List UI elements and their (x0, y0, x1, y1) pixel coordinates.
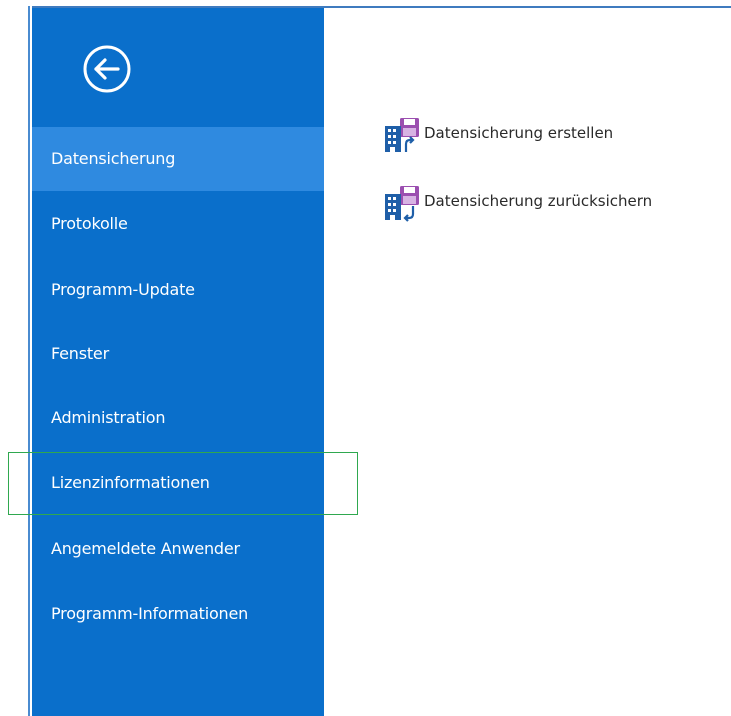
restore-backup-button[interactable]: Datensicherung zurücksichern (382, 184, 652, 224)
sidebar-item-label: Angemeldete Anwender (51, 539, 240, 558)
sidebar-item-label: Protokolle (51, 214, 128, 233)
arrow-left-circle-icon (83, 45, 131, 93)
sidebar: Datensicherung Protokolle Programm-Updat… (32, 8, 324, 716)
main-content: Datensicherung erstellen Datensicherung … (324, 8, 731, 716)
sidebar-item-label: Datensicherung (51, 149, 176, 168)
sidebar-item-angemeldete-anwender[interactable]: Angemeldete Anwender (32, 517, 324, 581)
backup-create-icon (385, 118, 419, 152)
window-left-border (28, 6, 30, 716)
backstage-view: Datensicherung Protokolle Programm-Updat… (0, 0, 731, 716)
sidebar-item-label: Fenster (51, 344, 109, 363)
create-backup-label: Datensicherung erstellen (424, 124, 614, 142)
backup-restore-icon (385, 186, 419, 222)
sidebar-item-label: Programm-Update (51, 280, 195, 299)
create-backup-button[interactable]: Datensicherung erstellen (382, 116, 613, 156)
sidebar-item-protokolle[interactable]: Protokolle (32, 192, 324, 256)
sidebar-item-label: Lizenzinformationen (51, 473, 210, 492)
restore-backup-label: Datensicherung zurücksichern (424, 192, 653, 210)
sidebar-item-datensicherung[interactable]: Datensicherung (32, 127, 324, 191)
sidebar-item-administration[interactable]: Administration (32, 386, 324, 450)
sidebar-item-fenster[interactable]: Fenster (32, 322, 324, 386)
sidebar-item-label: Administration (51, 408, 166, 427)
sidebar-item-programm-informationen[interactable]: Programm-Informationen (32, 582, 324, 646)
sidebar-item-label: Programm-Informationen (51, 604, 249, 623)
sidebar-item-programm-update[interactable]: Programm-Update (32, 258, 324, 322)
back-button[interactable] (80, 42, 134, 96)
sidebar-item-lizenzinformationen[interactable]: Lizenzinformationen (32, 451, 324, 515)
